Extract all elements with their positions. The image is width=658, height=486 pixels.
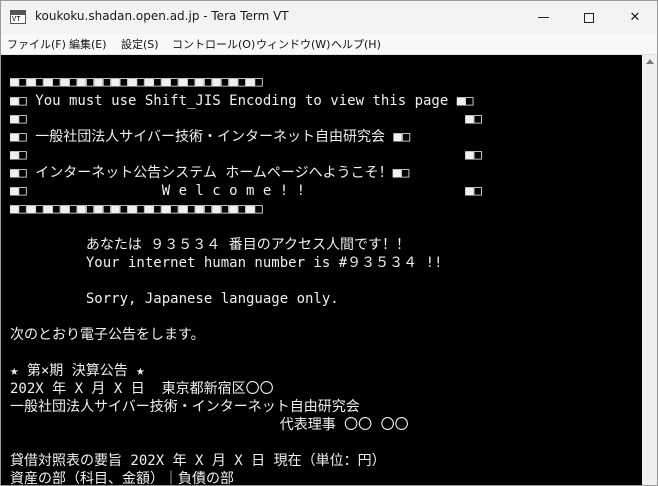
terminal-line: 貸借対照表の要旨 202X 年 X 月 X 日 現在（単位：円） xyxy=(10,453,386,469)
terminal-line: Sorry, Japanese language only. xyxy=(10,291,339,307)
terminal-line: 資産の部（科目、金額）｜負債の部 xyxy=(10,471,234,486)
vertical-scrollbar[interactable] xyxy=(642,55,657,485)
menu-bar: ファイル(F) 編集(E) 設定(S) コントロール(O) ウィンドウ(W) ヘ… xyxy=(1,34,657,55)
close-icon: ✕ xyxy=(629,10,641,25)
terminal-line: 代表理事 〇〇 〇〇 xyxy=(10,417,409,433)
terminal-line: Your internet human number is #９３５３４ !! xyxy=(10,255,443,271)
terminal-line: 次のとおり電子公告をします。 xyxy=(10,327,205,343)
menu-help[interactable]: ヘルプ(H) xyxy=(331,36,381,52)
title-bar[interactable]: VT koukoku.shadan.open.ad.jp - Tera Term… xyxy=(1,1,657,34)
app-icon-label: VT xyxy=(12,15,21,23)
menu-control[interactable]: コントロール(O) xyxy=(172,36,255,52)
terminal-line: ■□ ■□ xyxy=(10,147,483,163)
terminal-line: ■□ インターネット公告システム ホームページへようこそ！■□ xyxy=(10,165,410,181)
maximize-icon xyxy=(584,12,594,23)
maximize-button[interactable] xyxy=(566,1,612,34)
terminal-line: ■□ W e l c o m e ! ! ■□ xyxy=(10,183,483,199)
terminal-line: ★ 第×期 決算公告 ★ xyxy=(10,363,145,379)
menu-file[interactable]: ファイル(F) xyxy=(7,36,66,52)
terminal-line: ■□ 一般社団法人サイバー技術・インターネット自由研究会 ■□ xyxy=(10,129,411,145)
terminal-line: ■□■□■□■□■□■□■□■□■□■□■□■□■□■□■□ xyxy=(10,74,263,90)
tera-term-app-icon[interactable]: VT xyxy=(10,10,26,24)
scroll-up-arrow-icon[interactable] xyxy=(646,59,654,64)
menu-settings[interactable]: 設定(S) xyxy=(121,36,159,52)
terminal-line: 一般社団法人サイバー技術・インターネット自由研究会 xyxy=(10,399,360,415)
terminal-line: ■□■□■□■□■□■□■□■□■□■□■□■□■□■□■□ xyxy=(10,201,263,217)
menu-edit[interactable]: 編集(E) xyxy=(69,36,107,52)
minimize-icon xyxy=(537,17,549,18)
minimize-button[interactable] xyxy=(520,1,566,34)
terminal-line: ■□ ■□ xyxy=(10,111,483,127)
terminal-line: ■□ You must use Shift_JIS Encoding to vi… xyxy=(10,93,474,109)
terminal-line: あなたは ９３５３４ 番目のアクセス人間です！！ xyxy=(10,237,411,253)
terminal-screen[interactable]: ■□■□■□■□■□■□■□■□■□■□■□■□■□■□■□ ■□ You mu… xyxy=(1,55,642,486)
close-button[interactable]: ✕ xyxy=(612,1,657,34)
window-title: koukoku.shadan.open.ad.jp - Tera Term VT xyxy=(35,9,289,23)
terminal-line: 202X 年 X 月 X 日 東京都新宿区〇〇 xyxy=(10,381,274,397)
tera-term-window: VT koukoku.shadan.open.ad.jp - Tera Term… xyxy=(0,0,658,486)
menu-window[interactable]: ウィンドウ(W) xyxy=(256,36,330,52)
